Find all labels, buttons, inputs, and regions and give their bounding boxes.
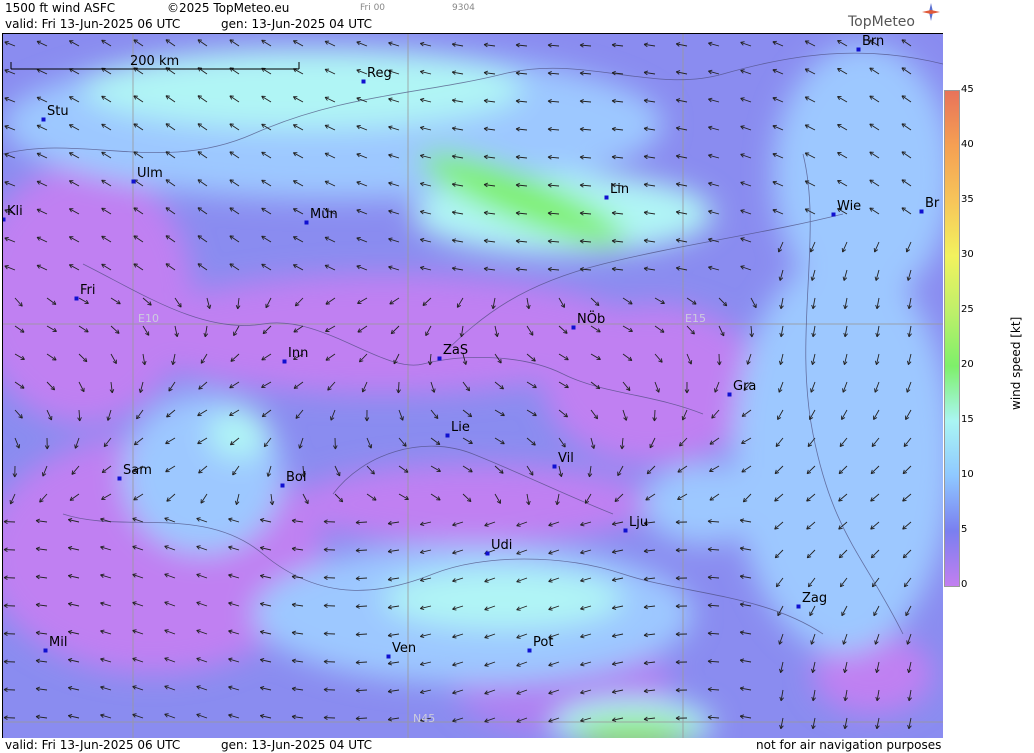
svg-text:NÖb: NÖb: [577, 310, 605, 327]
colorbar-tick: 45: [961, 84, 974, 95]
header: 1500 ft wind ASFC ©2025 TopMeteo.eu Fri …: [0, 0, 943, 33]
scale-bar-label: 200 km: [130, 54, 179, 69]
colorbar-title: wind speed [kt]: [1009, 316, 1023, 410]
svg-text:Kli: Kli: [7, 204, 23, 219]
copyright: ©2025 TopMeteo.eu: [167, 1, 290, 15]
colorbar-tick: 0: [961, 579, 968, 590]
svg-text:Br: Br: [925, 196, 940, 211]
city-reg: Reg: [361, 66, 392, 84]
colorbar-tick: 5: [961, 524, 968, 535]
colorbar-tick: 20: [961, 359, 974, 370]
footer: valid: Fri 13-Jun-2025 06 UTC gen: 13-Ju…: [0, 738, 943, 753]
run-code: Fri 00: [360, 3, 386, 13]
svg-text:Zag: Zag: [802, 591, 827, 606]
footer-valid: valid: Fri 13-Jun-2025 06 UTC: [5, 738, 181, 752]
colorbar-tick: 10: [961, 469, 974, 480]
city-ulm: Ulm: [131, 166, 163, 184]
svg-text:Mil: Mil: [49, 635, 67, 650]
svg-text:Inn: Inn: [288, 346, 308, 361]
colorbar-gradient: [944, 90, 960, 587]
svg-text:Lin: Lin: [610, 182, 629, 197]
wind-map[interactable]: 200 km E10 E15 N45 Stu Ulm Reg Brn Kli Mün Lin…: [2, 33, 944, 740]
lon-label-e15: E15: [685, 312, 706, 325]
svg-text:Gra: Gra: [733, 379, 756, 394]
city-mün: Mün: [304, 207, 338, 225]
gen-time: gen: 13-Jun-2025 04 UTC: [221, 17, 373, 31]
city-sam: Sam: [117, 463, 152, 481]
svg-text:Mün: Mün: [310, 207, 338, 222]
footer-disclaimer: not for air navigation purposes: [756, 738, 942, 752]
valid-time: valid: Fri 13-Jun-2025 06 UTC: [5, 17, 181, 31]
colorbar-tick: 40: [961, 139, 974, 150]
svg-text:Lju: Lju: [629, 515, 648, 530]
city-zag: Zag: [796, 591, 827, 609]
frame-code: 9304: [452, 3, 475, 13]
colorbar: 45 40 35 30 25 20 15 10 5 0 wind speed [kt]: [943, 0, 1034, 753]
city-zas: ZaS: [437, 343, 468, 361]
svg-text:Ven: Ven: [392, 641, 416, 656]
svg-text:Vil: Vil: [558, 451, 574, 466]
compass-logo-icon: [922, 3, 940, 21]
svg-text:Wie: Wie: [837, 199, 861, 214]
colorbar-tick: 15: [961, 414, 974, 425]
svg-text:Brn: Brn: [862, 34, 884, 49]
svg-text:Stu: Stu: [47, 104, 69, 119]
product-title: 1500 ft wind ASFC: [5, 1, 116, 15]
lat-label-n45: N45: [413, 712, 435, 725]
svg-text:Pot: Pot: [533, 635, 553, 650]
brand-logo: TopMeteo: [848, 14, 915, 30]
svg-text:ZaS: ZaS: [443, 343, 468, 358]
lon-label-e10: E10: [138, 312, 159, 325]
svg-text:Bol: Bol: [286, 470, 306, 485]
colorbar-tick: 25: [961, 304, 974, 315]
city-nöb: NÖb: [571, 310, 605, 330]
svg-text:Reg: Reg: [367, 66, 392, 81]
colorbar-tick: 35: [961, 194, 974, 205]
footer-gen: gen: 13-Jun-2025 04 UTC: [221, 738, 373, 752]
svg-text:Udi: Udi: [491, 538, 512, 553]
colorbar-tick: 30: [961, 249, 974, 260]
svg-text:Fri: Fri: [80, 283, 96, 298]
svg-text:Sam: Sam: [123, 463, 152, 478]
svg-text:Lie: Lie: [451, 420, 470, 435]
svg-text:Ulm: Ulm: [137, 166, 163, 181]
